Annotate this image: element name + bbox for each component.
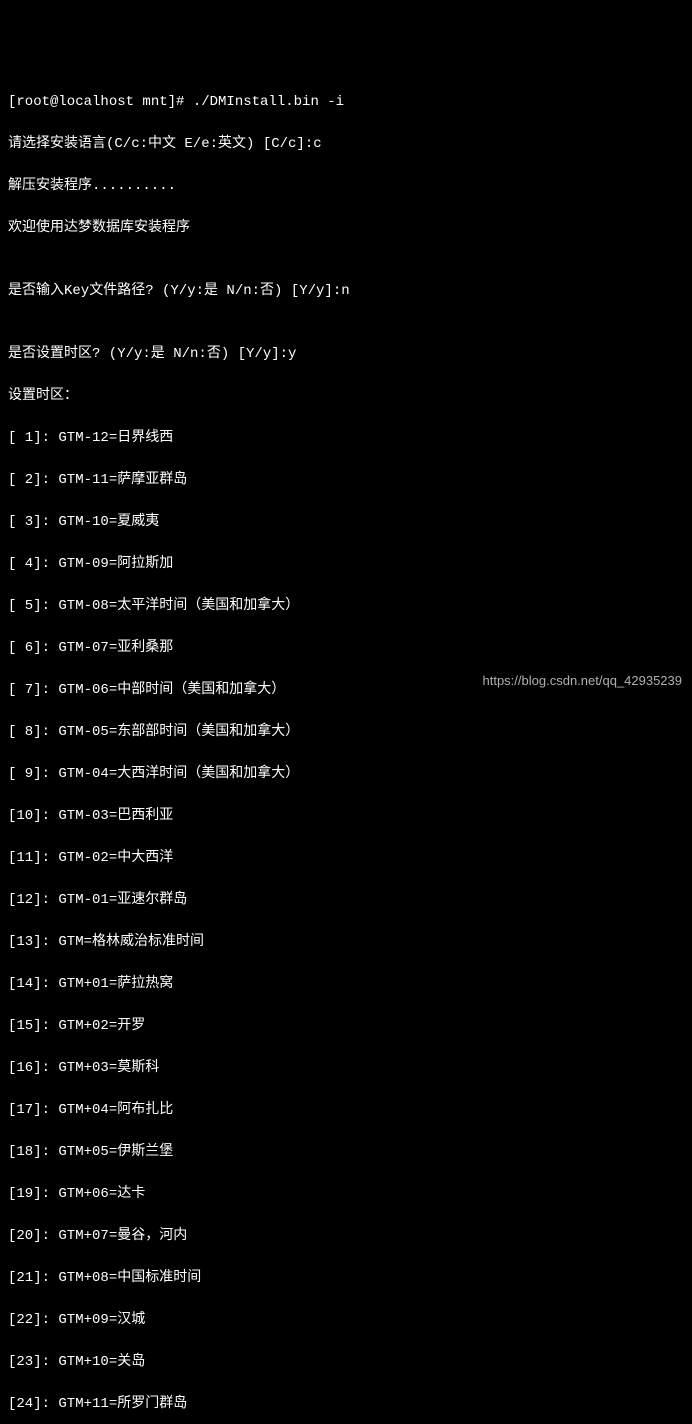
shell-prompt: [root@localhost mnt]# ./DMInstall.bin -i [8,92,684,113]
timezone-option: [12]: GTM-01=亚速尔群岛 [8,890,684,911]
watermark-text: https://blog.csdn.net/qq_42935239 [483,671,683,691]
timezone-option: [ 3]: GTM-10=夏威夷 [8,512,684,533]
timezone-option: [15]: GTM+02=开罗 [8,1016,684,1037]
timezone-option: [17]: GTM+04=阿布扎比 [8,1100,684,1121]
timezone-option: [19]: GTM+06=达卡 [8,1184,684,1205]
extract-status: 解压安装程序.......... [8,176,684,197]
timezone-option: [ 4]: GTM-09=阿拉斯加 [8,554,684,575]
timezone-option: [16]: GTM+03=莫斯科 [8,1058,684,1079]
timezone-option: [22]: GTM+09=汉城 [8,1310,684,1331]
welcome-message: 欢迎使用达梦数据库安装程序 [8,218,684,239]
timezone-option: [14]: GTM+01=萨拉热窝 [8,974,684,995]
timezone-option: [ 8]: GTM-05=东部部时间（美国和加拿大） [8,722,684,743]
timezone-option: [ 9]: GTM-04=大西洋时间（美国和加拿大） [8,764,684,785]
timezone-header: 设置时区： [8,386,684,407]
timezone-option: [21]: GTM+08=中国标准时间 [8,1268,684,1289]
timezone-option: [24]: GTM+11=所罗门群岛 [8,1394,684,1415]
timezone-option: [10]: GTM-03=巴西利亚 [8,806,684,827]
key-file-prompt[interactable]: 是否输入Key文件路径? (Y/y:是 N/n:否) [Y/y]:n [8,281,684,302]
timezone-prompt[interactable]: 是否设置时区? (Y/y:是 N/n:否) [Y/y]:y [8,344,684,365]
timezone-option: [ 2]: GTM-11=萨摩亚群岛 [8,470,684,491]
timezone-option: [ 6]: GTM-07=亚利桑那 [8,638,684,659]
timezone-option: [ 5]: GTM-08=太平洋时间（美国和加拿大） [8,596,684,617]
timezone-option: [13]: GTM=格林威治标准时间 [8,932,684,953]
timezone-option: [23]: GTM+10=关岛 [8,1352,684,1373]
timezone-option: [18]: GTM+05=伊斯兰堡 [8,1142,684,1163]
timezone-option: [11]: GTM-02=中大西洋 [8,848,684,869]
language-prompt[interactable]: 请选择安装语言(C/c:中文 E/e:英文) [C/c]:c [8,134,684,155]
timezone-option: [20]: GTM+07=曼谷，河内 [8,1226,684,1247]
timezone-option: [ 1]: GTM-12=日界线西 [8,428,684,449]
